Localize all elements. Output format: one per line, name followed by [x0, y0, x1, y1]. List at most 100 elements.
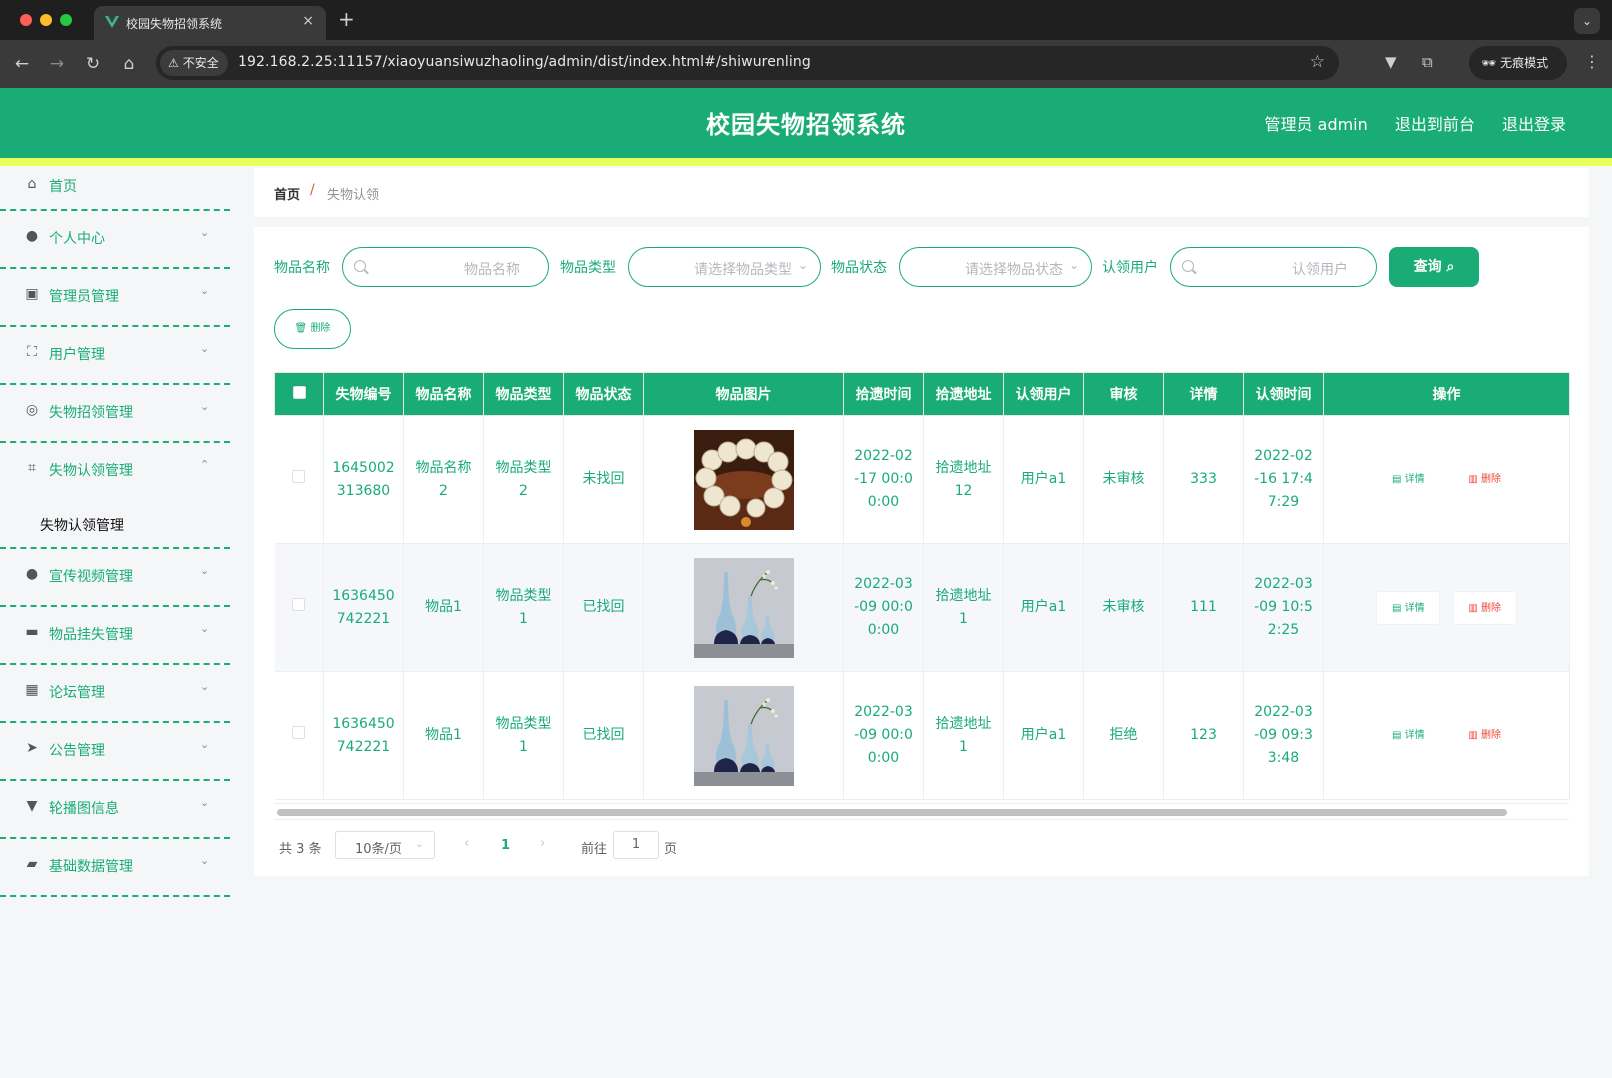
detail-label: 详情	[1404, 602, 1425, 614]
grid-icon: ▦	[25, 682, 39, 698]
chevron-down-icon: ⌄	[200, 680, 210, 693]
sidebar-item-claim-management[interactable]: ⌗ 失物认领管理 ⌃	[0, 443, 230, 501]
delete-button[interactable]: ▥ 删除	[1453, 463, 1517, 497]
extensions-puzzle-icon[interactable]: ⧉	[1422, 53, 1433, 71]
sidebar-item-home[interactable]: ⌂ 首页	[0, 166, 230, 211]
row-checkbox[interactable]	[292, 470, 306, 483]
cell-actions: ▤ 详情 ▥ 删除	[1323, 415, 1570, 544]
sidebar-item-user-management[interactable]: ⛶ 用户管理 ⌄	[0, 327, 230, 385]
page-size-select[interactable]: 10条/页 ⌄	[335, 831, 435, 859]
send-icon: ➤	[26, 740, 38, 756]
column-header: 操作	[1323, 372, 1570, 416]
minimize-window-button[interactable]	[40, 14, 52, 26]
zoom-window-button[interactable]	[60, 14, 72, 26]
item-type-select[interactable]: 请选择物品类型 ⌄	[628, 247, 821, 287]
column-header: 失物编号	[323, 372, 404, 416]
filter-user-label: 认领用户	[1102, 260, 1158, 276]
extension-v-icon[interactable]: ▼	[1385, 53, 1397, 71]
delete-button[interactable]: ▥ 删除	[1452, 590, 1517, 625]
sidebar-item-carousel-info[interactable]: ▼ 轮播图信息 ⌄	[0, 781, 230, 839]
select-all-cell[interactable]	[274, 372, 324, 416]
home-icon: ⌂	[27, 176, 37, 192]
prev-page-icon[interactable]: ‹	[464, 836, 469, 851]
sidebar-item-base-data-management[interactable]: ▰ 基础数据管理 ⌄	[0, 839, 230, 897]
security-label: 不安全	[182, 56, 219, 70]
sidebar-item-notice-management[interactable]: ➤ 公告管理 ⌄	[0, 723, 230, 781]
home-icon[interactable]: ⌂	[118, 53, 140, 75]
row-select-cell[interactable]	[274, 415, 324, 544]
vases-image[interactable]	[693, 685, 794, 786]
logout-link[interactable]: 退出登录	[1502, 115, 1566, 134]
sidebar-item-lost-found-management[interactable]: ◎ 失物招领管理 ⌄	[0, 385, 230, 443]
column-header: 物品状态	[563, 372, 644, 416]
row-select-cell[interactable]	[274, 671, 324, 800]
chevron-down-icon: ⌄	[200, 284, 210, 297]
brush-icon: ▼	[26, 798, 38, 814]
trash-icon: ▥	[1468, 729, 1478, 741]
detail-label: 详情	[1404, 473, 1425, 485]
batch-delete-button[interactable]: 🗑 删除	[274, 309, 351, 349]
claim-user-placeholder: 认领用户	[1292, 262, 1348, 278]
back-icon[interactable]: ←	[11, 53, 33, 75]
close-window-button[interactable]	[20, 14, 32, 26]
new-tab-button[interactable]: +	[338, 8, 355, 30]
browser-menu-icon[interactable]: ⋮	[1584, 52, 1600, 71]
breadcrumb-home[interactable]: 首页	[274, 184, 300, 203]
sidebar-item-video-management[interactable]: ● 宣传视频管理 ⌄	[0, 549, 230, 607]
incognito-icon: 🕶	[1481, 56, 1497, 70]
cell-actions: ▤ 详情 ▥ 删除	[1323, 543, 1570, 672]
tab-search-button[interactable]: ⌄	[1574, 8, 1600, 34]
next-page-icon[interactable]: ›	[540, 836, 545, 851]
cell-type: 物品类型2	[483, 415, 564, 544]
search-icon	[354, 260, 366, 272]
bead-bracelet-image[interactable]	[693, 429, 794, 530]
row-checkbox[interactable]	[292, 598, 306, 611]
browser-tab[interactable]: 校园失物招领系统 ×	[94, 6, 326, 40]
detail-button[interactable]: ▤ 详情	[1376, 719, 1440, 753]
claim-user-input[interactable]: 认领用户	[1170, 247, 1377, 287]
table-header-row: 失物编号 物品名称 物品类型 物品状态 物品图片 拾遗时间 拾遗地址 认领用户 …	[274, 372, 1570, 416]
cell-review: 未审核	[1083, 543, 1164, 672]
back-to-front-link[interactable]: 退出到前台	[1395, 115, 1475, 134]
sidebar-item-forum-management[interactable]: ▦ 论坛管理 ⌄	[0, 665, 230, 723]
page-number[interactable]: 1	[501, 838, 510, 853]
row-checkbox[interactable]	[292, 726, 306, 739]
security-chip[interactable]: ⚠ 不安全	[160, 50, 228, 76]
cell-address: 拾遗地址12	[923, 415, 1004, 544]
item-status-select[interactable]: 请选择物品状态 ⌄	[899, 247, 1092, 287]
sidebar-item-label: 失物认领管理	[49, 463, 133, 479]
batch-delete-label: 删除	[310, 323, 331, 334]
trash-icon: 🗑	[294, 323, 308, 334]
briefcase-icon: ▬	[25, 624, 39, 640]
item-name-input[interactable]: 物品名称	[342, 247, 549, 287]
select-all-checkbox[interactable]	[292, 385, 306, 399]
sidebar-subitem-claim-management[interactable]: 失物认领管理	[0, 501, 230, 549]
column-header: 审核	[1083, 372, 1164, 416]
forward-icon[interactable]: →	[46, 53, 68, 75]
delete-button[interactable]: ▥ 删除	[1453, 719, 1517, 753]
sidebar-item-personal-center[interactable]: ● 个人中心 ⌄	[0, 211, 230, 269]
scrollbar-thumb[interactable]	[277, 809, 1507, 816]
reload-icon[interactable]: ↻	[82, 53, 104, 75]
tab-close-icon[interactable]: ×	[302, 13, 314, 29]
incognito-indicator[interactable]: 🕶 无痕模式	[1469, 46, 1567, 80]
row-select-cell[interactable]	[274, 543, 324, 672]
cell-detail: 123	[1163, 671, 1244, 800]
sidebar: ⌂ 首页 ● 个人中心 ⌄ ▣ 管理员管理 ⌄ ⛶ 用户管理 ⌄ ◎ 失物招领管…	[0, 166, 230, 1078]
detail-button[interactable]: ▤ 详情	[1376, 463, 1440, 497]
column-header: 物品图片	[643, 372, 844, 416]
admin-label: 管理员 admin	[1264, 115, 1368, 134]
search-button[interactable]: 查询 ⌕	[1389, 247, 1479, 287]
sidebar-item-lost-report-management[interactable]: ▬ 物品挂失管理 ⌄	[0, 607, 230, 665]
url-text[interactable]: 192.168.2.25:11157/xiaoyuansiwuzhaoling/…	[238, 54, 811, 70]
horizontal-scrollbar[interactable]	[274, 803, 1569, 820]
cell-actions: ▤ 详情 ▥ 删除	[1323, 671, 1570, 800]
sidebar-item-admin-management[interactable]: ▣ 管理员管理 ⌄	[0, 269, 230, 327]
cell-id: 1636450742221	[323, 671, 404, 800]
detail-button[interactable]: ▤ 详情	[1376, 590, 1441, 625]
bookmark-star-icon[interactable]: ☆	[1310, 52, 1325, 72]
address-bar[interactable]: ⚠ 不安全 192.168.2.25:11157/xiaoyuansiwuzhao…	[156, 46, 1339, 80]
delete-label: 删除	[1481, 602, 1502, 614]
goto-page-input[interactable]: 1	[613, 831, 659, 859]
vases-image[interactable]	[693, 557, 794, 658]
